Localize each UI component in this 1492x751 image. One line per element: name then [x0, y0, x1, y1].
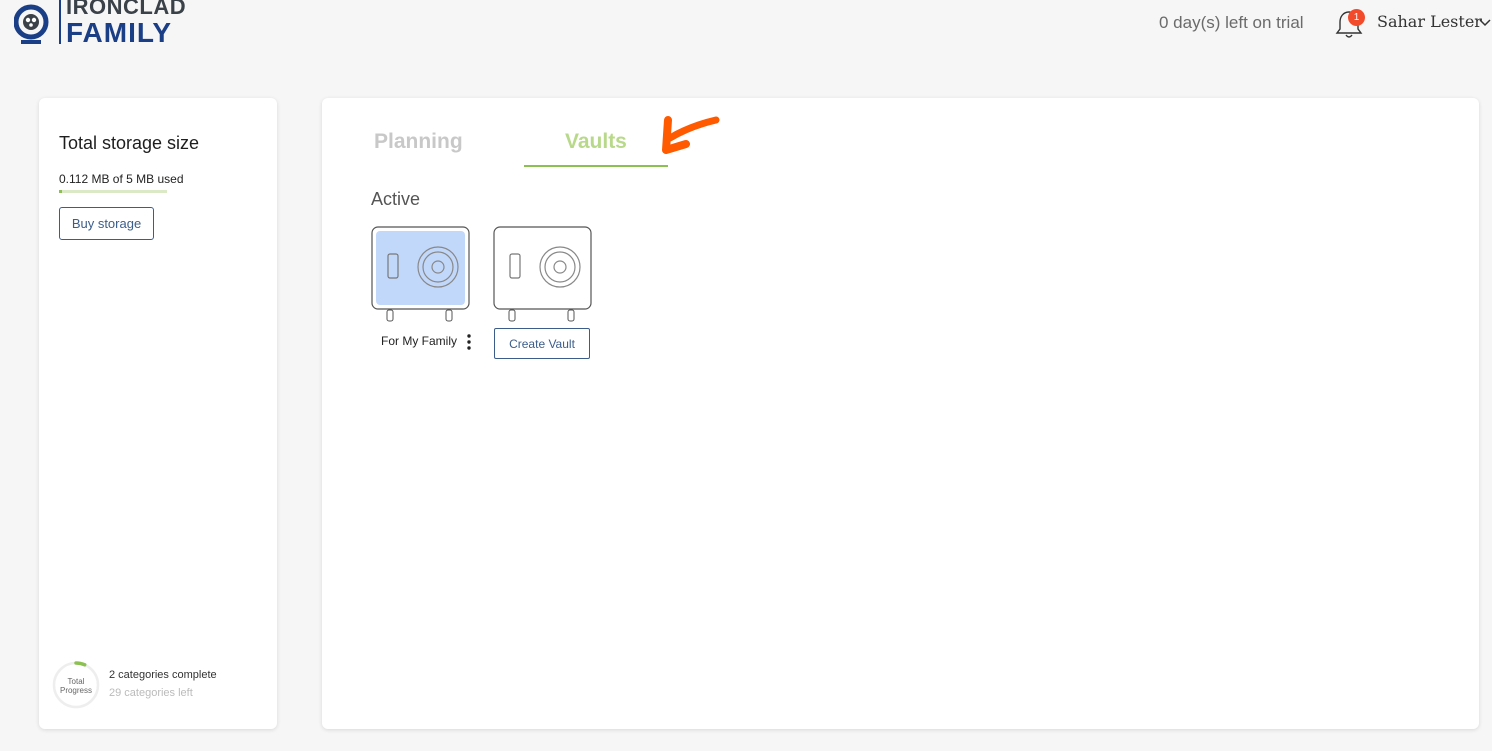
storage-progress-fill [59, 190, 62, 193]
storage-title: Total storage size [59, 133, 200, 153]
categories-left: 29 categories left [109, 687, 193, 699]
vault-name[interactable]: For My Family [381, 334, 457, 348]
storage-used-text: 0.112 MB of 5 MB used [59, 172, 184, 186]
logo-divider [59, 0, 61, 44]
vault-for-my-family[interactable] [371, 226, 471, 326]
vaults-panel: Planning Vaults Active For My Family Cre… [322, 98, 1479, 729]
notification-badge: 1 [1348, 9, 1365, 26]
annotation-arrow-icon [662, 116, 720, 154]
buy-storage-button[interactable]: Buy storage [59, 207, 154, 240]
active-tab-underline [524, 165, 668, 167]
total-progress-label-line2: Progress [59, 686, 92, 695]
categories-complete: 2 categories complete [109, 669, 217, 681]
app-header: IRONCLAD FAMILY 0 day(s) left on trial 1… [0, 0, 1492, 56]
more-options-icon[interactable] [465, 333, 473, 351]
storage-sidebar: Total storage size 0.112 MB of 5 MB used… [39, 98, 277, 729]
logo-text-ironclad: IRONCLAD [66, 0, 187, 19]
trial-status: 0 day(s) left on trial [1159, 13, 1304, 32]
active-section-label: Active [371, 189, 421, 209]
storage-progress-bar [59, 190, 167, 193]
total-progress-label: Total Progress [52, 677, 100, 695]
logo-mark-icon [14, 4, 49, 44]
tab-planning[interactable]: Planning [374, 130, 463, 154]
logo-text-family: FAMILY [66, 17, 173, 48]
total-progress-label-line1: Total [67, 677, 85, 686]
tab-vaults[interactable]: Vaults [565, 130, 627, 154]
user-menu[interactable]: Sahar Lester [1377, 12, 1482, 31]
new-vault-icon[interactable] [493, 226, 593, 326]
ironclad-family-logo[interactable]: IRONCLAD FAMILY [14, 0, 204, 50]
create-vault-button[interactable]: Create Vault [494, 328, 590, 359]
chevron-down-icon[interactable] [1478, 16, 1492, 30]
